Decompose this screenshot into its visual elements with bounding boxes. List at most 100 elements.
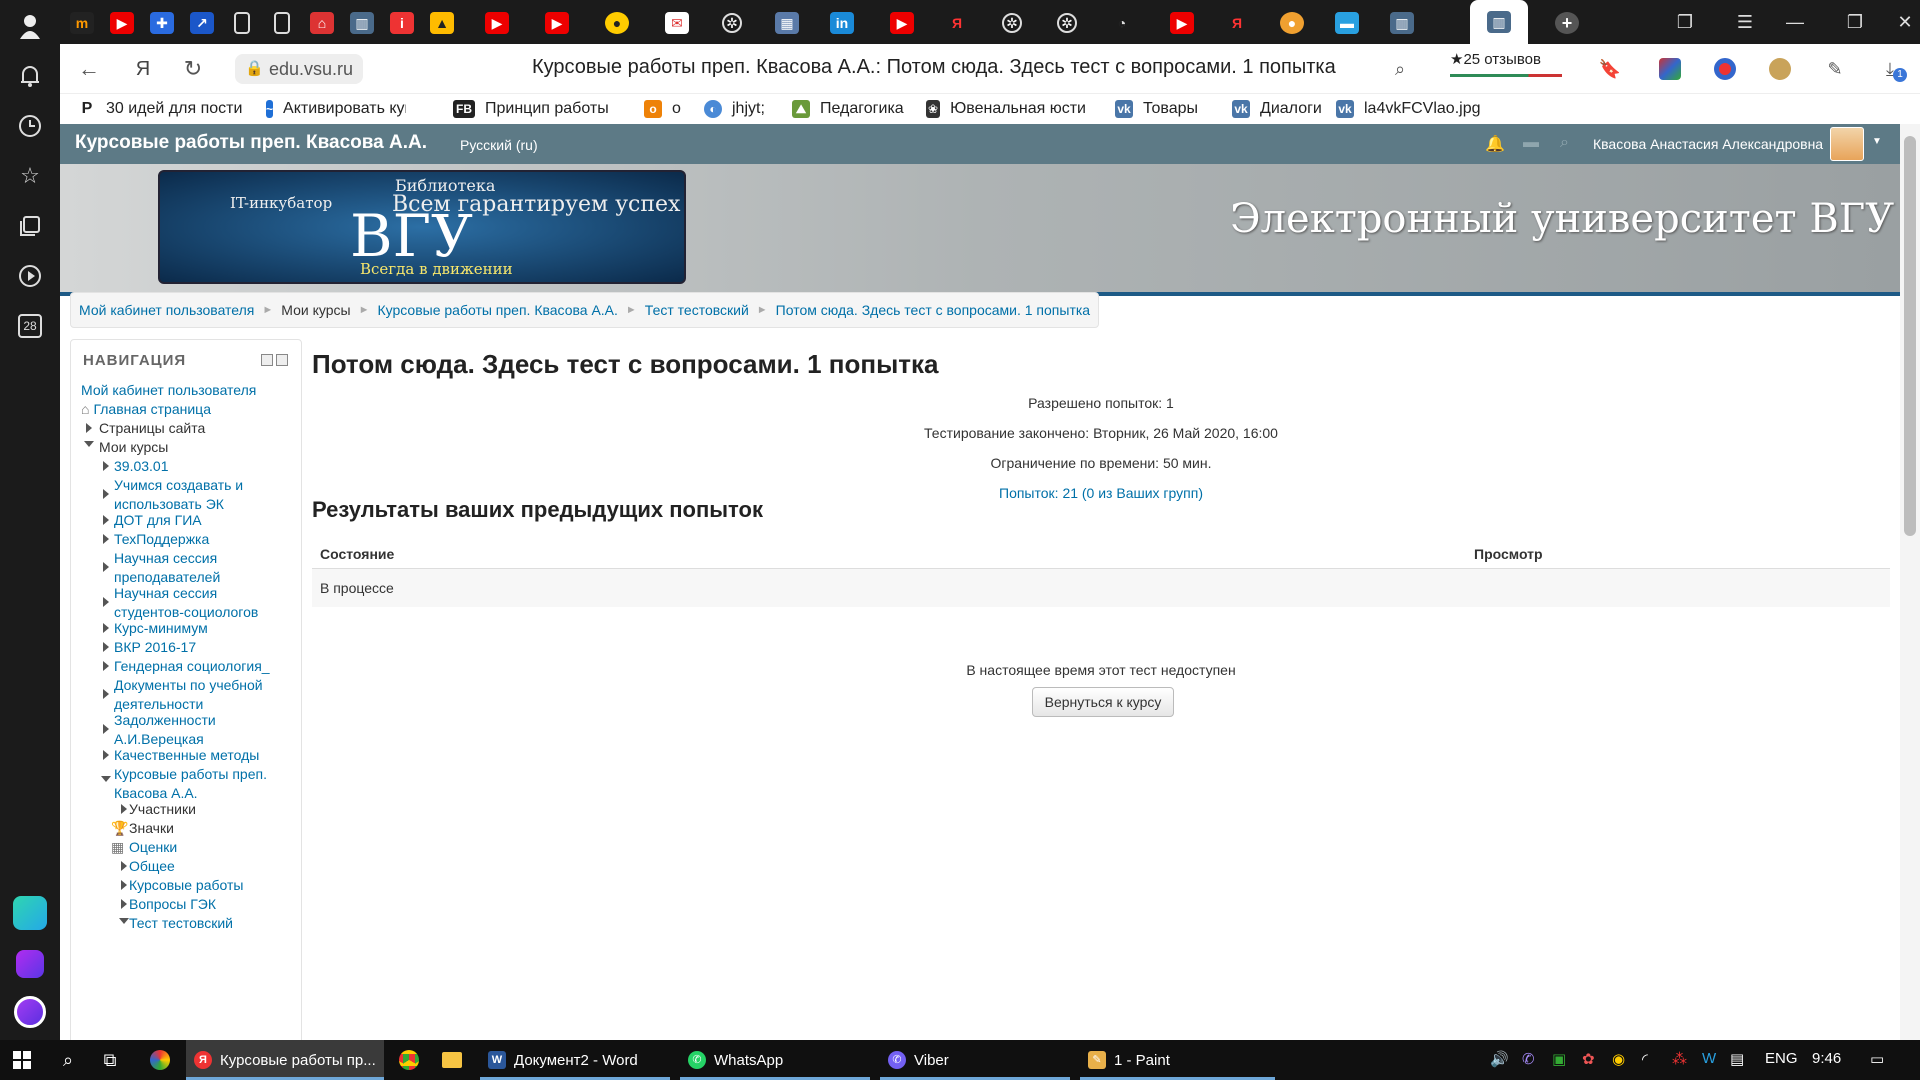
tab-favicon[interactable]: ✲ xyxy=(995,6,1029,40)
file-explorer-icon[interactable] xyxy=(438,1046,466,1074)
tab-youtube[interactable]: ▶ xyxy=(480,6,514,40)
tab-speedometer[interactable]: ◔ xyxy=(1105,6,1139,40)
input-language[interactable]: ENG xyxy=(1765,1050,1798,1067)
tab-youtube[interactable]: ▶ xyxy=(105,6,139,40)
dock-block-icon[interactable] xyxy=(276,354,288,366)
expand-arrow-icon[interactable] xyxy=(103,724,109,734)
expand-arrow-icon[interactable] xyxy=(103,623,109,633)
nav-section[interactable]: Вопросы ГЭК xyxy=(129,894,216,914)
tray-app-icon[interactable]: ✿ xyxy=(1582,1050,1595,1068)
attempts-link[interactable]: Попыток: 21 (0 из Ваших групп) xyxy=(999,485,1203,501)
bookmark-item[interactable]: ❀ Ювенальная юсти xyxy=(926,98,1086,120)
nav-course[interactable]: ВКР 2016-17 xyxy=(114,637,196,657)
tab-favicon[interactable]: ✲ xyxy=(1050,6,1084,40)
nav-section-current[interactable]: Тест тестовский xyxy=(129,913,233,933)
expand-arrow-icon[interactable] xyxy=(103,461,109,471)
windows-start-icon[interactable] xyxy=(8,1046,36,1074)
breadcrumb-section[interactable]: Тест тестовский xyxy=(645,302,749,318)
tab-favicon[interactable]: ✚ xyxy=(145,6,179,40)
tab-document[interactable] xyxy=(225,6,259,40)
university-logo[interactable]: Библиотека IT-инкубатор Всем гарантируем… xyxy=(158,170,686,284)
volume-icon[interactable]: 🔊 xyxy=(1490,1050,1509,1068)
user-menu-chevron-icon[interactable]: ▼ xyxy=(1872,136,1882,147)
extension-icon[interactable] xyxy=(1710,54,1740,84)
tab-document[interactable] xyxy=(265,6,299,40)
tab-favicon[interactable]: ↗ xyxy=(185,6,219,40)
tab-yandex[interactable]: Я xyxy=(1220,6,1254,40)
expand-arrow-icon[interactable] xyxy=(121,861,127,871)
tab-favicon[interactable]: ▲ xyxy=(425,6,459,40)
expand-arrow-icon[interactable] xyxy=(103,750,109,760)
menu-icon[interactable]: ☰ xyxy=(1725,8,1765,36)
avatar[interactable] xyxy=(1830,127,1864,161)
expand-arrow-icon[interactable] xyxy=(103,642,109,652)
bookmark-item[interactable]: ◐ jhjyt; xyxy=(704,98,784,120)
tab-favicon[interactable]: in xyxy=(825,6,859,40)
tab-favicon[interactable]: ● xyxy=(1275,6,1309,40)
reviews-badge[interactable]: ★25 отзывов xyxy=(1450,50,1541,68)
expand-arrow-icon[interactable] xyxy=(103,489,109,499)
tray-app-icon[interactable]: W xyxy=(1702,1050,1716,1067)
nav-participants[interactable]: Участники xyxy=(129,799,196,819)
profile-icon[interactable] xyxy=(10,6,50,46)
tab-youtube[interactable]: ▶ xyxy=(885,6,919,40)
tray-app-icon[interactable]: ⁂ xyxy=(1672,1050,1687,1068)
nav-course[interactable]: Документы по учебной xyxy=(114,675,263,695)
yandex-home-icon[interactable]: Я xyxy=(126,52,160,86)
nav-item-site-pages[interactable]: Страницы сайта xyxy=(99,418,205,438)
site-name[interactable]: Курсовые работы преп. Квасова А.А. xyxy=(75,132,427,154)
extension-icon[interactable] xyxy=(1655,54,1685,84)
tab-favicon[interactable]: ✲ xyxy=(715,6,749,40)
history-icon[interactable] xyxy=(10,106,50,146)
new-tab-button[interactable]: + xyxy=(1550,6,1584,40)
nav-section[interactable]: Курсовые работы xyxy=(129,875,243,895)
expand-arrow-icon[interactable] xyxy=(121,804,127,814)
notifications-icon[interactable]: 🔔 xyxy=(1485,134,1505,154)
clock[interactable]: 9:46 xyxy=(1812,1050,1841,1067)
back-to-course-button[interactable]: Вернуться к курсу xyxy=(1032,687,1174,717)
bookmark-item[interactable]: vk Товары xyxy=(1115,98,1215,120)
back-icon[interactable]: ← xyxy=(72,52,106,86)
language-menu[interactable]: Русский (ru) xyxy=(460,137,538,153)
url-field[interactable]: 🔒 edu.vsu.ru xyxy=(235,54,364,84)
chrome-tray-icon[interactable]: ◉ xyxy=(1612,1050,1625,1068)
tab-favicon[interactable]: ● xyxy=(600,6,634,40)
music-icon[interactable] xyxy=(10,944,50,984)
calendar-icon[interactable]: 28 xyxy=(10,306,50,346)
tab-favicon[interactable]: ▦ xyxy=(770,6,804,40)
reload-icon[interactable]: ↻ xyxy=(176,52,210,86)
taskbar-app-whatsapp[interactable]: ✆ WhatsApp xyxy=(680,1040,870,1080)
restore-icon[interactable]: ❐ xyxy=(1835,8,1875,36)
collapse-arrow-icon[interactable] xyxy=(119,918,129,924)
user-name[interactable]: Квасова Анастасия Александровна xyxy=(1593,136,1823,152)
collapse-arrow-icon[interactable] xyxy=(84,441,94,447)
messages-icon[interactable]: ▬ xyxy=(1523,134,1539,152)
close-icon[interactable]: ✕ xyxy=(1885,8,1920,36)
expand-arrow-icon[interactable] xyxy=(103,597,109,607)
nav-course[interactable]: Научная сессия xyxy=(114,583,217,603)
task-view-icon[interactable]: ⧉ xyxy=(96,1046,124,1074)
nav-item-home[interactable]: ⌂ Главная страница xyxy=(81,399,211,419)
tab-moodle[interactable]: ▥ xyxy=(1385,6,1419,40)
nav-grades[interactable]: Оценки xyxy=(129,837,177,857)
tab-manager-icon[interactable]: ❐ xyxy=(1665,8,1705,36)
pinned-app-icon[interactable] xyxy=(146,1046,174,1074)
expand-arrow-icon[interactable] xyxy=(103,661,109,671)
alice-icon[interactable] xyxy=(10,992,50,1032)
alice-chat-icon[interactable] xyxy=(10,893,50,933)
play-icon[interactable] xyxy=(10,256,50,296)
expand-arrow-icon[interactable] xyxy=(121,880,127,890)
nav-course[interactable]: Учимся создавать и xyxy=(114,475,243,495)
nav-course[interactable]: ТехПоддержка xyxy=(114,529,209,549)
chrome-icon[interactable] xyxy=(395,1046,423,1074)
tab-active-moodle[interactable]: ▥ xyxy=(1470,0,1528,44)
tab-favicon[interactable]: ▬ xyxy=(1330,6,1364,40)
nav-item-my-courses[interactable]: Мои курсы xyxy=(99,437,168,457)
collapse-arrow-icon[interactable] xyxy=(101,776,111,782)
bookmark-item[interactable]: FB Принцип работы xyxy=(453,98,615,120)
taskbar-app-paint[interactable]: ✎ 1 - Paint xyxy=(1080,1040,1275,1080)
scrollbar-thumb[interactable] xyxy=(1904,136,1916,536)
extension-icon[interactable] xyxy=(1765,54,1795,84)
star-icon[interactable]: ☆ xyxy=(10,156,50,196)
expand-arrow-icon[interactable] xyxy=(86,423,92,433)
